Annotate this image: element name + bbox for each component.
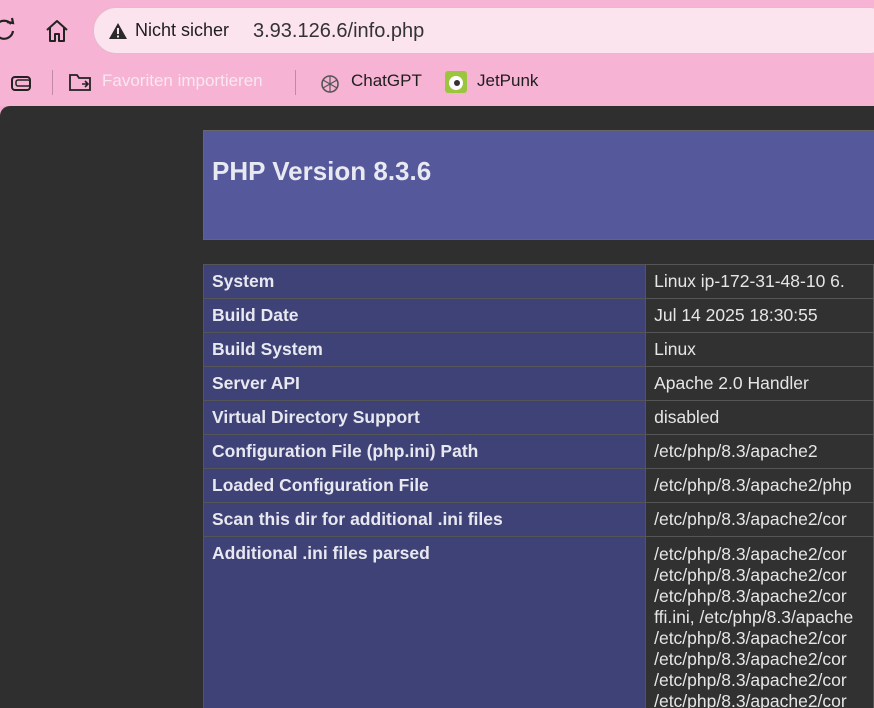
ini-file-line: /etc/php/8.3/apache2/cor — [654, 649, 847, 669]
table-row: Build Date Jul 14 2025 18:30:55 — [202, 298, 874, 333]
table-row: Configuration File (php.ini) Path /etc/p… — [202, 434, 874, 469]
table-row: Scan this dir for additional .ini files … — [202, 502, 874, 537]
bookmark-favoriten-importieren[interactable]: Favoriten importieren — [68, 62, 283, 106]
row-value: Jul 14 2025 18:30:55 — [645, 298, 874, 333]
row-key: Configuration File (php.ini) Path — [202, 434, 647, 469]
ini-file-line: /etc/php/8.3/apache2/cor — [654, 586, 847, 606]
row-key: Loaded Configuration File — [202, 468, 647, 503]
ini-file-line: /etc/php/8.3/apache2/cor — [654, 544, 847, 564]
row-value: /etc/php/8.3/apache2/cor /etc/php/8.3/ap… — [645, 536, 874, 708]
row-value: Apache 2.0 Handler — [645, 366, 874, 401]
url-text[interactable]: 3.93.126.6/info.php — [253, 20, 424, 43]
browser-toolbar: Nicht sicher 3.93.126.6/info.php — [0, 0, 874, 62]
row-key: Scan this dir for additional .ini files — [202, 502, 647, 537]
table-row: Build System Linux — [202, 332, 874, 367]
row-key: Additional .ini files parsed — [202, 536, 647, 708]
home-icon[interactable] — [42, 16, 72, 46]
ini-files-list: /etc/php/8.3/apache2/cor /etc/php/8.3/ap… — [654, 544, 865, 708]
row-value: Linux ip-172-31-48-10 6. — [645, 264, 874, 299]
row-key: Server API — [202, 366, 647, 401]
bookmark-chatgpt[interactable]: ChatGPT — [318, 62, 428, 106]
php-version-header: PHP Version 8.3.6 — [203, 130, 874, 240]
bookmark-label: JetPunk — [477, 71, 539, 90]
row-value: /etc/php/8.3/apache2 — [645, 434, 874, 469]
table-row: System Linux ip-172-31-48-10 6. — [202, 264, 874, 299]
bookmark-separator — [52, 70, 53, 95]
bookmarks-bar: Favoriten importieren ChatGPT JetPunk — [0, 62, 874, 106]
address-bar[interactable]: Nicht sicher 3.93.126.6/info.php — [93, 7, 874, 54]
security-status[interactable]: Nicht sicher — [135, 20, 229, 41]
table-row: Additional .ini files parsed /etc/php/8.… — [202, 536, 874, 708]
row-value: /etc/php/8.3/apache2/php — [645, 468, 874, 503]
bookmark-jetpunk[interactable]: JetPunk — [444, 62, 554, 106]
row-value: Linux — [645, 332, 874, 367]
row-value: disabled — [645, 400, 874, 435]
chatgpt-icon — [321, 75, 339, 93]
ini-file-line: ffi.ini, /etc/php/8.3/apache — [654, 607, 854, 627]
warning-icon[interactable] — [108, 21, 128, 41]
ini-file-line: /etc/php/8.3/apache2/cor — [654, 565, 847, 585]
table-row: Virtual Directory Support disabled — [202, 400, 874, 435]
table-row: Server API Apache 2.0 Handler — [202, 366, 874, 401]
row-key: Virtual Directory Support — [202, 400, 647, 435]
bookmark-separator — [295, 70, 296, 95]
ini-file-line: /etc/php/8.3/apache2/cor — [654, 670, 847, 690]
ini-file-line: /etc/php/8.3/apache2/cor — [654, 628, 847, 648]
reload-icon[interactable] — [0, 16, 18, 44]
page-title: PHP Version 8.3.6 — [212, 156, 432, 186]
php-info-table: System Linux ip-172-31-48-10 6. Build Da… — [202, 264, 874, 708]
page-content: PHP Version 8.3.6 System Linux ip-172-31… — [0, 106, 874, 708]
row-key: Build System — [202, 332, 647, 367]
row-value: /etc/php/8.3/apache2/cor — [645, 502, 874, 537]
bookmark-label: ChatGPT — [351, 71, 422, 90]
ini-file-line: /etc/php/8.3/apache2/cor — [654, 691, 847, 708]
table-row: Loaded Configuration File /etc/php/8.3/a… — [202, 468, 874, 503]
row-key: Build Date — [202, 298, 647, 333]
folder-import-icon — [69, 74, 91, 91]
bookmark-label: Favoriten importieren — [102, 71, 263, 90]
row-key: System — [202, 264, 647, 299]
jetpunk-icon — [445, 71, 467, 93]
collections-icon[interactable] — [10, 72, 34, 94]
